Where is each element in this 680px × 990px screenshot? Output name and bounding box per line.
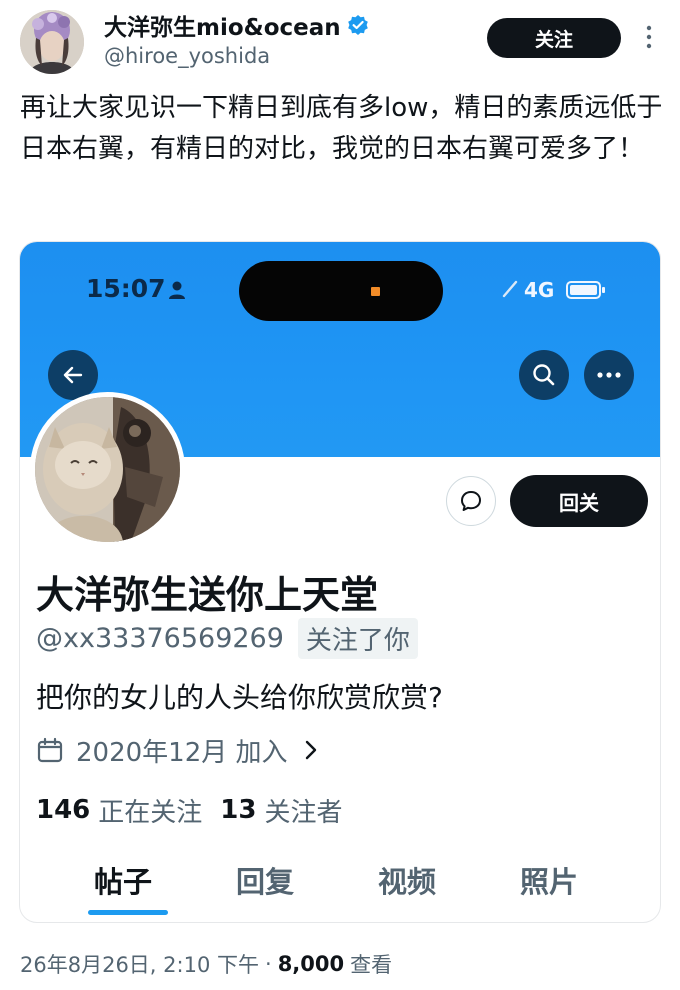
follow-stats: 146 正在关注 13 关注者 (36, 790, 361, 830)
views-count: 8,000 (277, 952, 345, 976)
verified-badge-icon (347, 14, 369, 36)
search-icon (533, 364, 555, 386)
author-name-row: 大洋弥生mio&ocean (104, 8, 369, 42)
follow-button[interactable]: 关注 (487, 18, 621, 58)
message-icon (461, 491, 481, 511)
tweet-footer: 26年8月26日, 2:10 下午 · 8,000 查看 (20, 946, 392, 982)
chevron-right-icon (305, 740, 316, 760)
profile-handle: @xx33376569269 (36, 622, 284, 654)
profile-handle-row: @xx33376569269 关注了你 (36, 617, 418, 659)
more-vertical-icon[interactable] (638, 22, 660, 52)
calendar-icon (37, 737, 63, 763)
views-label: 查看 (350, 953, 393, 977)
message-button[interactable] (446, 476, 496, 526)
more-button[interactable] (584, 350, 634, 400)
followers-count[interactable]: 13 (220, 795, 256, 825)
joined-date-row[interactable]: 2020年12月 加入 (36, 730, 320, 770)
active-tab-indicator (88, 910, 168, 915)
author-avatar[interactable] (20, 10, 84, 74)
following-label[interactable]: 正在关注 (98, 792, 202, 829)
profile-avatar[interactable] (30, 392, 185, 547)
follow-back-button[interactable]: 回关 (510, 475, 648, 527)
tab-videos[interactable]: 视频 (378, 859, 436, 901)
dynamic-island (239, 261, 443, 321)
status-time: 15:07 (86, 274, 166, 303)
author-handle[interactable]: @hiroe_yoshida (104, 44, 270, 68)
back-arrow-icon (63, 366, 83, 384)
tweet-header: 大洋弥生mio&ocean @hiroe_yoshida 关注 (0, 0, 680, 86)
follows-you-badge: 关注了你 (297, 617, 418, 659)
back-button[interactable] (48, 350, 98, 400)
more-horizontal-icon (597, 372, 621, 378)
profile-tabs: 帖子 回复 视频 照片 (20, 847, 660, 922)
embedded-screenshot-card[interactable]: 15:07 4G 回关 大洋弥生送你上天堂 @xx33376569269 关注了… (19, 241, 661, 923)
tab-posts[interactable]: 帖子 (94, 859, 152, 901)
search-button[interactable] (519, 350, 569, 400)
recording-indicator (371, 287, 380, 296)
tab-replies[interactable]: 回复 (236, 859, 294, 901)
tweet-text: 再让大家见识一下精日到底有多low，精日的素质远低于日本右翼，有精日的对比，我觉… (20, 93, 663, 164)
joined-date: 2020年12月 加入 (76, 737, 288, 768)
footer-separator: · (265, 952, 272, 976)
tab-photos[interactable]: 照片 (520, 859, 578, 901)
person-icon (168, 280, 186, 300)
network-label: 4G (524, 278, 555, 302)
following-count[interactable]: 146 (36, 795, 90, 825)
author-name[interactable]: 大洋弥生mio&ocean (104, 8, 341, 42)
tweet-datetime[interactable]: 26年8月26日, 2:10 下午 (20, 949, 259, 979)
signal-icon (502, 280, 518, 298)
followers-label[interactable]: 关注者 (264, 792, 342, 829)
profile-name: 大洋弥生送你上天堂 (36, 573, 379, 617)
battery-icon (566, 280, 606, 300)
profile-bio: 把你的女儿的人头给你欣赏欣赏? (36, 681, 443, 714)
